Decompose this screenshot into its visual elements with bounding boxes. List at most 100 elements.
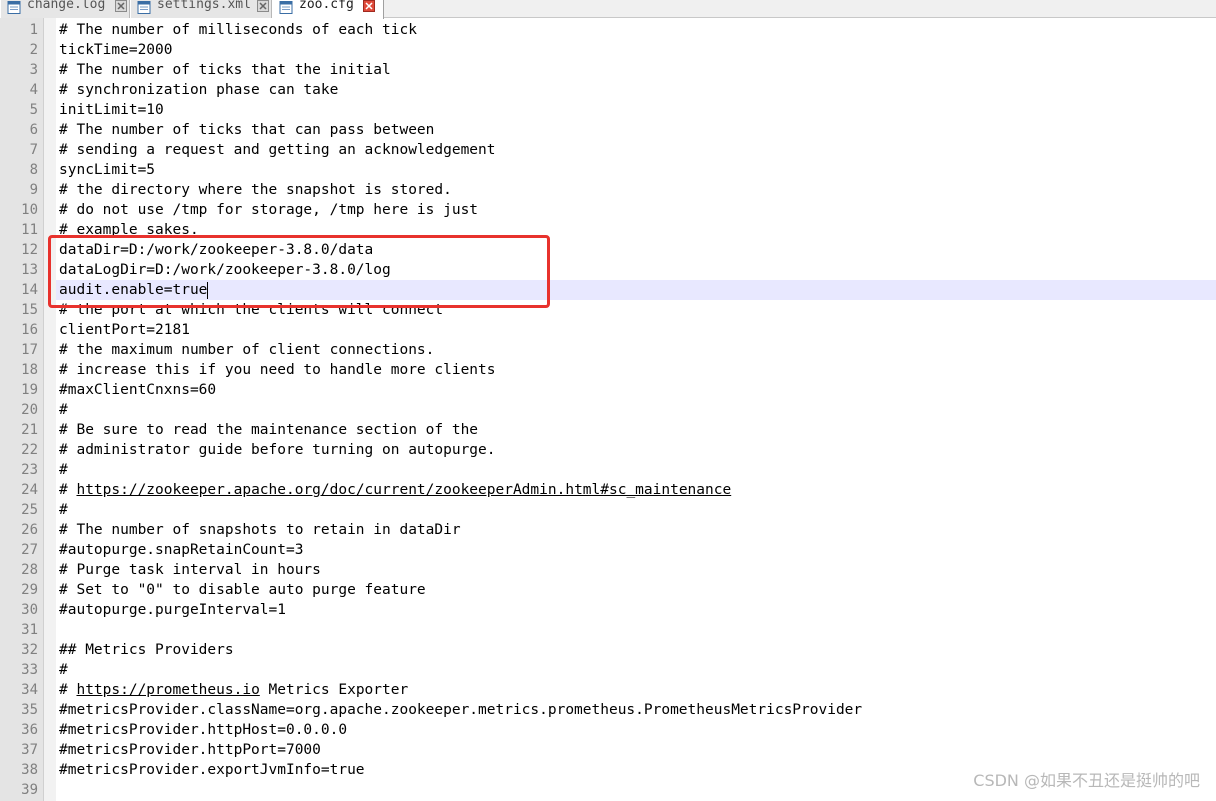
line-text: # The number of ticks that can pass betw… bbox=[59, 122, 435, 138]
code-line[interactable]: 28 # Purge task interval in hours bbox=[0, 560, 1216, 580]
line-number: 19 bbox=[21, 382, 38, 398]
code-line[interactable]: 19 #maxClientCnxns=60 bbox=[0, 380, 1216, 400]
line-number: 8 bbox=[29, 162, 38, 178]
file-icon bbox=[137, 1, 151, 14]
code-line[interactable]: 15 # the port at which the clients will c… bbox=[0, 300, 1216, 320]
code-line[interactable]: 37 #metricsProvider.httpPort=7000 bbox=[0, 740, 1216, 760]
line-number: 26 bbox=[21, 522, 38, 538]
line-text: # Set to "0" to disable auto purge featu… bbox=[59, 582, 426, 598]
code-line[interactable]: 11 # example sakes. bbox=[0, 220, 1216, 240]
line-number: 13 bbox=[21, 262, 38, 278]
tab-settings-xml[interactable]: settings.xml bbox=[130, 0, 272, 18]
watermark: CSDN @如果不丑还是挺帅的吧 bbox=[973, 771, 1200, 790]
line-text: tickTime=2000 bbox=[59, 42, 173, 58]
tab-bar: change.log settings.xml zoo.cfg bbox=[0, 0, 1216, 19]
code-editor[interactable]: 1 # The number of milliseconds of each ti… bbox=[0, 18, 1216, 801]
editor-lines: 1 # The number of milliseconds of each ti… bbox=[0, 20, 1216, 800]
line-text: #metricsProvider.className=org.apache.zo… bbox=[59, 702, 863, 718]
code-line[interactable]: 6 # The number of ticks that can pass bet… bbox=[0, 120, 1216, 140]
code-line[interactable]: 22 # administrator guide before turning o… bbox=[0, 440, 1216, 460]
line-text: # bbox=[59, 402, 68, 418]
code-line[interactable]: 24 # https://zookeeper.apache.org/doc/cur… bbox=[0, 480, 1216, 500]
url-link[interactable]: https://zookeeper.apache.org/doc/current… bbox=[76, 482, 731, 498]
code-line[interactable]: 23 # bbox=[0, 460, 1216, 480]
code-line[interactable]: 29 # Set to "0" to disable auto purge fea… bbox=[0, 580, 1216, 600]
code-line[interactable]: 7 # sending a request and getting an ackn… bbox=[0, 140, 1216, 160]
line-number: 17 bbox=[21, 342, 38, 358]
line-number: 18 bbox=[21, 362, 38, 378]
code-line[interactable]: 13 dataLogDir=D:/work/zookeeper-3.8.0/log bbox=[0, 260, 1216, 280]
line-number: 35 bbox=[21, 702, 38, 718]
line-text: # the directory where the snapshot is st… bbox=[59, 182, 452, 198]
close-icon[interactable] bbox=[257, 0, 269, 12]
line-text: # bbox=[59, 462, 68, 478]
line-number: 11 bbox=[21, 222, 38, 238]
file-icon bbox=[279, 1, 293, 14]
line-number: 25 bbox=[21, 502, 38, 518]
line-text-suffix: Metrics Exporter bbox=[259, 682, 409, 698]
code-line[interactable]: 14 audit.enable=true bbox=[0, 280, 1216, 300]
code-line[interactable]: 36 #metricsProvider.httpHost=0.0.0.0 bbox=[0, 720, 1216, 740]
line-number: 5 bbox=[29, 102, 38, 118]
code-line[interactable]: 17 # the maximum number of client connect… bbox=[0, 340, 1216, 360]
code-line[interactable]: 12 dataDir=D:/work/zookeeper-3.8.0/data bbox=[0, 240, 1216, 260]
code-line[interactable]: 31 bbox=[0, 620, 1216, 640]
line-number: 33 bbox=[21, 662, 38, 678]
line-number: 28 bbox=[21, 562, 38, 578]
line-number: 4 bbox=[29, 82, 38, 98]
code-line[interactable]: 27 #autopurge.snapRetainCount=3 bbox=[0, 540, 1216, 560]
file-icon bbox=[7, 1, 21, 14]
line-number: 31 bbox=[21, 622, 38, 638]
line-number: 27 bbox=[21, 542, 38, 558]
code-line[interactable]: 9 # the directory where the snapshot is s… bbox=[0, 180, 1216, 200]
line-text: # bbox=[59, 662, 68, 678]
line-text: # sending a request and getting an ackno… bbox=[59, 142, 496, 158]
line-text: clientPort=2181 bbox=[59, 322, 190, 338]
line-text: # the maximum number of client connectio… bbox=[59, 342, 435, 358]
line-number: 38 bbox=[21, 762, 38, 778]
code-line[interactable]: 5 initLimit=10 bbox=[0, 100, 1216, 120]
line-number: 21 bbox=[21, 422, 38, 438]
code-line[interactable]: 2 tickTime=2000 bbox=[0, 40, 1216, 60]
line-text: #metricsProvider.httpHost=0.0.0.0 bbox=[59, 722, 348, 738]
code-line[interactable]: 10 # do not use /tmp for storage, /tmp he… bbox=[0, 200, 1216, 220]
close-icon[interactable] bbox=[363, 0, 375, 12]
code-line[interactable]: 1 # The number of milliseconds of each ti… bbox=[0, 20, 1216, 40]
line-number: 32 bbox=[21, 642, 38, 658]
code-line[interactable]: 34 # https://prometheus.io Metrics Export… bbox=[0, 680, 1216, 700]
tab-change-log[interactable]: change.log bbox=[0, 0, 130, 18]
line-number: 23 bbox=[21, 462, 38, 478]
line-number: 36 bbox=[21, 722, 38, 738]
code-line[interactable]: 33 # bbox=[0, 660, 1216, 680]
line-number: 20 bbox=[21, 402, 38, 418]
code-line[interactable]: 20 # bbox=[0, 400, 1216, 420]
line-text: # Purge task interval in hours bbox=[59, 562, 321, 578]
line-text: #maxClientCnxns=60 bbox=[59, 382, 217, 398]
line-text-prefix: # bbox=[59, 482, 77, 498]
code-line[interactable]: 30 #autopurge.purgeInterval=1 bbox=[0, 600, 1216, 620]
line-number: 34 bbox=[21, 682, 38, 698]
line-text: #autopurge.snapRetainCount=3 bbox=[59, 542, 304, 558]
line-text: dataDir=D:/work/zookeeper-3.8.0/data bbox=[59, 242, 374, 258]
tab-zoo-cfg[interactable]: zoo.cfg bbox=[272, 0, 384, 19]
code-line[interactable]: 4 # synchronization phase can take bbox=[0, 80, 1216, 100]
line-text: # https://prometheus.io Metrics Exporter bbox=[59, 680, 408, 700]
line-text: # https://zookeeper.apache.org/doc/curre… bbox=[59, 480, 731, 500]
code-line[interactable]: 8 syncLimit=5 bbox=[0, 160, 1216, 180]
close-icon[interactable] bbox=[115, 0, 127, 12]
code-line[interactable]: 3 # The number of ticks that the initial bbox=[0, 60, 1216, 80]
line-text: initLimit=10 bbox=[59, 102, 164, 118]
line-text: # Be sure to read the maintenance sectio… bbox=[59, 422, 479, 438]
code-line[interactable]: 25 # bbox=[0, 500, 1216, 520]
line-number: 22 bbox=[21, 442, 38, 458]
code-line[interactable]: 32 ## Metrics Providers bbox=[0, 640, 1216, 660]
line-number: 12 bbox=[21, 242, 38, 258]
code-line[interactable]: 18 # increase this if you need to handle … bbox=[0, 360, 1216, 380]
code-line[interactable]: 35 #metricsProvider.className=org.apache.… bbox=[0, 700, 1216, 720]
code-line[interactable]: 16 clientPort=2181 bbox=[0, 320, 1216, 340]
line-number: 14 bbox=[21, 282, 38, 298]
line-number: 1 bbox=[29, 22, 38, 38]
code-line[interactable]: 26 # The number of snapshots to retain in… bbox=[0, 520, 1216, 540]
url-link[interactable]: https://prometheus.io bbox=[76, 682, 259, 698]
code-line[interactable]: 21 # Be sure to read the maintenance sect… bbox=[0, 420, 1216, 440]
